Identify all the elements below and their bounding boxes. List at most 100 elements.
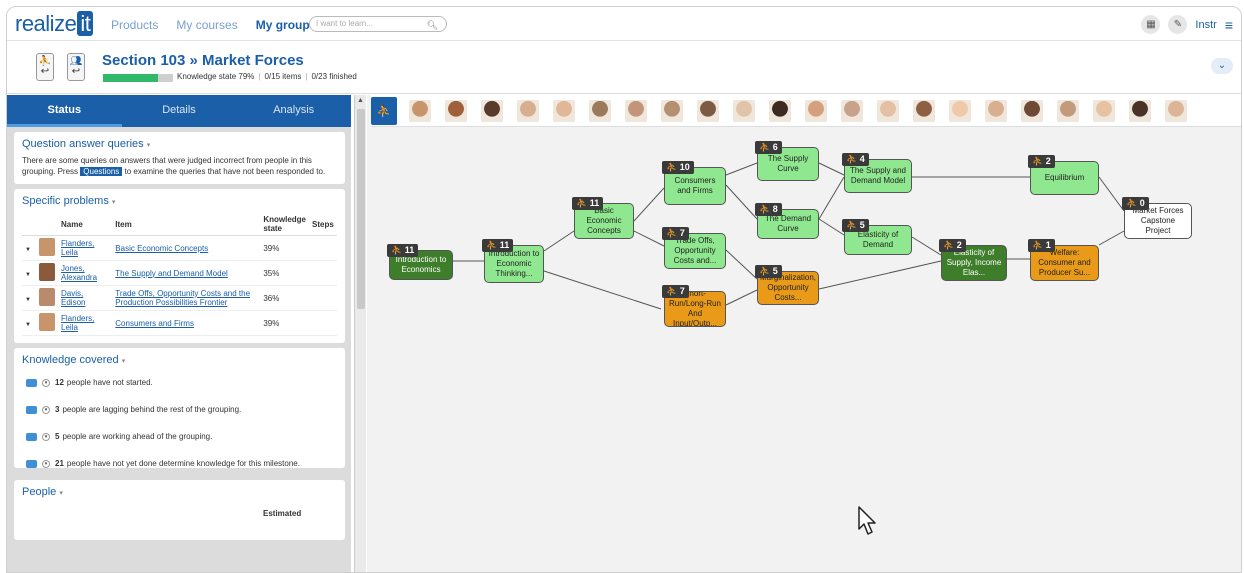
- search-icon[interactable]: 🔍︎: [427, 18, 438, 32]
- item-link[interactable]: Basic Economic Concepts: [115, 244, 208, 253]
- knowledge-covered-card: Knowledge covered ▾ ▾ 12 people have not s…: [14, 348, 345, 468]
- nav-link-my-groups[interactable]: My groups: [256, 18, 317, 32]
- knowledge-state-value: 35%: [260, 260, 309, 286]
- user-menu[interactable]: Instr: [1195, 19, 1216, 31]
- knowledge-state-fill: [103, 74, 159, 82]
- specific-problems-title[interactable]: Specific problems ▾: [22, 195, 337, 207]
- edge: [1098, 176, 1125, 212]
- edge: [818, 218, 845, 236]
- specific-problems-table: Name Item Knowledge state Steps ▼ Flande…: [22, 213, 337, 336]
- chat-icon[interactable]: [26, 459, 37, 468]
- edge: [1098, 230, 1125, 246]
- node-badge: ⛹ 6: [755, 141, 782, 154]
- chat-icon[interactable]: [26, 405, 37, 414]
- node-badge: ⛹ 10: [662, 161, 694, 174]
- scroll-thumb[interactable]: [357, 109, 365, 309]
- back-group-icon[interactable]: 👥︎ ↩: [67, 53, 85, 81]
- top-right-controls: ▦ ✎ Instr ≡: [1141, 15, 1233, 34]
- hamburger-icon[interactable]: ≡: [1225, 17, 1233, 33]
- tab-analysis[interactable]: Analysis: [236, 95, 351, 127]
- node-badge: ⛹ 11: [387, 244, 419, 257]
- knowledge-state-label: Knowledge state 79%: [177, 72, 255, 81]
- people-card: People ▾ Estimated: [14, 480, 345, 540]
- dropdown-icon[interactable]: ▾: [42, 459, 50, 468]
- table-row: ▼ Jones, Alexandra The Supply and Demand…: [22, 260, 337, 286]
- person-link[interactable]: Jones, Alexandra: [61, 264, 97, 282]
- node-badge: ⛹ 4: [842, 153, 869, 166]
- node-badge: ⛹ 7: [662, 227, 689, 240]
- specific-problems-card: Specific problems ▾ Name Item Knowledge …: [14, 189, 345, 343]
- table-row: ▼ Flanders, Leila Consumers and Firms 39…: [22, 310, 337, 336]
- item-link[interactable]: Trade Offs, Opportunity Costs and the Pr…: [115, 289, 250, 307]
- nav-links: Products My courses My groups: [111, 18, 334, 32]
- left-panel: Status Details Analysis Question answer …: [7, 95, 351, 572]
- knowledge-covered-title[interactable]: Knowledge covered ▾: [22, 354, 337, 366]
- search-input[interactable]: I want to learn... 🔍︎: [309, 16, 447, 32]
- questions-button[interactable]: Questions: [80, 167, 123, 176]
- dropdown-icon[interactable]: ▾: [42, 432, 50, 441]
- edge: [725, 184, 758, 220]
- nav-link-products[interactable]: Products: [111, 18, 158, 32]
- question-queries-card: Question answer queries ▾ There are some…: [14, 132, 345, 184]
- knowledge-row: ▾ 21 people have not yet done determine kn…: [26, 459, 337, 468]
- edge: [543, 270, 662, 310]
- person-link[interactable]: Flanders, Leila: [61, 239, 94, 257]
- edge: [911, 236, 942, 256]
- tab-status[interactable]: Status: [7, 95, 122, 127]
- back-person-icon[interactable]: ⛹ ↩: [36, 53, 54, 81]
- col-item[interactable]: Item: [112, 213, 261, 236]
- knowledge-state-bar: [103, 74, 173, 82]
- avatar: [39, 263, 55, 281]
- node-badge: ⛹ 7: [662, 285, 689, 298]
- knowledge-state-value: 39%: [260, 235, 309, 261]
- knowledge-state-value: 36%: [260, 285, 309, 311]
- top-navigation: realize it Products My courses My groups …: [7, 7, 1241, 41]
- edge: [725, 162, 758, 176]
- knowledge-state-value: 39%: [260, 310, 309, 336]
- chat-icon[interactable]: [26, 378, 37, 387]
- knowledge-row: ▾ 12 people have not started.: [26, 378, 337, 387]
- table-row: ▼ Flanders, Leila Basic Economic Concept…: [22, 235, 337, 261]
- edge: [818, 260, 942, 290]
- col-knowledge-state[interactable]: Knowledge state: [260, 213, 309, 236]
- mouse-cursor-icon: [858, 506, 876, 535]
- person-link[interactable]: Flanders, Leila: [61, 314, 94, 332]
- grid-menu-icon[interactable]: ▦: [1141, 15, 1161, 34]
- col-steps[interactable]: Steps: [309, 213, 337, 236]
- edge: [818, 176, 845, 220]
- node-badge: ⛹ 8: [755, 203, 782, 216]
- section-title: Section 103 » Market Forces: [102, 52, 304, 69]
- item-link[interactable]: Consumers and Firms: [115, 319, 194, 328]
- node-badge: ⛹ 0: [1122, 197, 1149, 210]
- avatar: [39, 238, 55, 256]
- scroll-up-icon[interactable]: ▲: [357, 97, 364, 104]
- nav-link-my-courses[interactable]: My courses: [176, 18, 237, 32]
- chevron-down-icon[interactable]: ⌄: [1211, 58, 1233, 74]
- tab-details[interactable]: Details: [122, 95, 237, 127]
- node-badge: ⛹ 5: [842, 219, 869, 232]
- row-menu-icon[interactable]: ▼: [25, 297, 31, 303]
- node-badge: ⛹ 11: [572, 197, 604, 210]
- chat-icon[interactable]: [26, 432, 37, 441]
- logo[interactable]: realize it: [15, 11, 94, 37]
- node-badge: ⛹ 1: [1028, 239, 1055, 252]
- people-title[interactable]: People ▾: [22, 486, 337, 498]
- edge: [725, 289, 758, 306]
- col-name[interactable]: Name: [58, 213, 113, 236]
- row-menu-icon[interactable]: ▼: [25, 272, 31, 278]
- graph-panel: ⛹ Introduction to Economics ⛹ 11 Introdu…: [371, 95, 1241, 572]
- row-menu-icon[interactable]: ▼: [25, 322, 31, 328]
- dropdown-icon[interactable]: ▾: [42, 378, 50, 387]
- row-menu-icon[interactable]: ▼: [25, 247, 31, 253]
- question-queries-title[interactable]: Question answer queries ▾: [22, 138, 337, 150]
- person-link[interactable]: Davis, Edison: [61, 289, 85, 307]
- edge: [725, 249, 758, 280]
- dropdown-icon[interactable]: ▾: [42, 405, 50, 414]
- items-count: 0/15 items: [264, 72, 302, 81]
- people-col-estimated: Estimated: [263, 509, 302, 518]
- pen-icon[interactable]: ✎: [1168, 15, 1188, 34]
- tab-bar: Status Details Analysis: [7, 95, 351, 127]
- left-scrollbar[interactable]: ▲: [354, 95, 366, 572]
- knowledge-row: ▾ 5 people are working ahead of the groupi…: [26, 432, 337, 441]
- item-link[interactable]: The Supply and Demand Model: [115, 269, 228, 278]
